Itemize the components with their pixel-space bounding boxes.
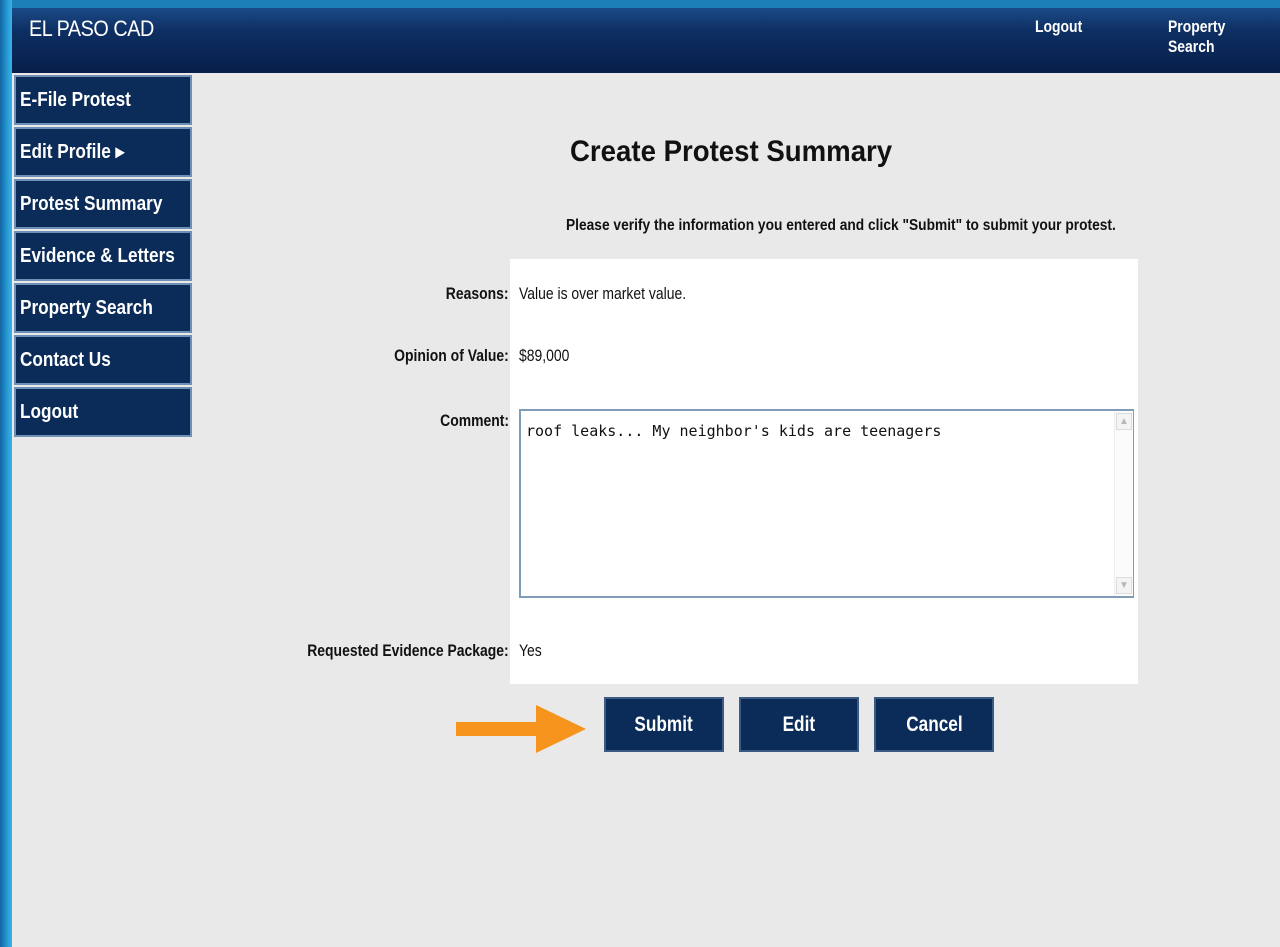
comment-scrollbar[interactable]: ▲ ▼ [1114,411,1133,596]
sidebar-item-label: Edit Profile ▸ [20,141,125,163]
sidebar-item-protest-summary[interactable]: Protest Summary [14,179,192,229]
opinion-of-value-value: $89,000 [519,346,570,365]
sidebar-item-property-search[interactable]: Property Search [14,283,192,333]
sidebar-item-label: Property Search [20,297,153,319]
edit-button-label: Edit [782,712,816,736]
comment-textarea[interactable]: roof leaks... My neighbor's kids are tee… [519,409,1134,598]
sidebar-nav: E-File Protest Edit Profile ▸ Protest Su… [12,73,192,437]
sidebar-item-edit-profile[interactable]: Edit Profile ▸ [14,127,192,177]
sidebar-item-logout[interactable]: Logout [14,387,192,437]
evidence-package-label: Requested Evidence Package: [307,641,509,660]
sidebar-item-contact-us[interactable]: Contact Us [14,335,192,385]
evidence-package-value: Yes [519,641,542,660]
sidebar-item-label: Protest Summary [20,193,163,215]
sidebar-item-label: Evidence & Letters [20,245,175,267]
instructions-text: Please verify the information you entere… [566,217,1116,234]
opinion-of-value-label: Opinion of Value: [394,346,509,365]
scroll-down-arrow-icon[interactable]: ▼ [1116,577,1132,594]
sidebar-item-e-file-protest[interactable]: E-File Protest [14,75,192,125]
submit-button[interactable]: Submit [604,697,724,752]
sidebar-item-label: E-File Protest [20,89,131,111]
page-title: Create Protest Summary [570,135,893,168]
comment-label: Comment: [440,411,509,430]
site-brand: EL PASO CAD [29,16,154,41]
submit-button-label: Submit [634,712,694,736]
cancel-button-label: Cancel [905,712,963,736]
sidebar-item-label: Logout [20,401,79,423]
edit-button[interactable]: Edit [739,697,859,752]
sidebar-item-label: Contact Us [20,349,111,371]
sidebar-item-evidence-letters[interactable]: Evidence & Letters [14,231,192,281]
reasons-value: Value is over market value. [519,284,687,303]
header-logout-link[interactable]: Logout [1035,17,1082,37]
window-left-edge [0,0,12,947]
scroll-up-arrow-icon[interactable]: ▲ [1116,413,1132,430]
arrow-right-icon [456,705,586,753]
cancel-button[interactable]: Cancel [874,697,994,752]
top-header-bar: EL PASO CAD Logout Property Search [12,8,1280,73]
header-property-search-link[interactable]: Property Search [1168,17,1260,57]
reasons-label: Reasons: [446,284,509,303]
